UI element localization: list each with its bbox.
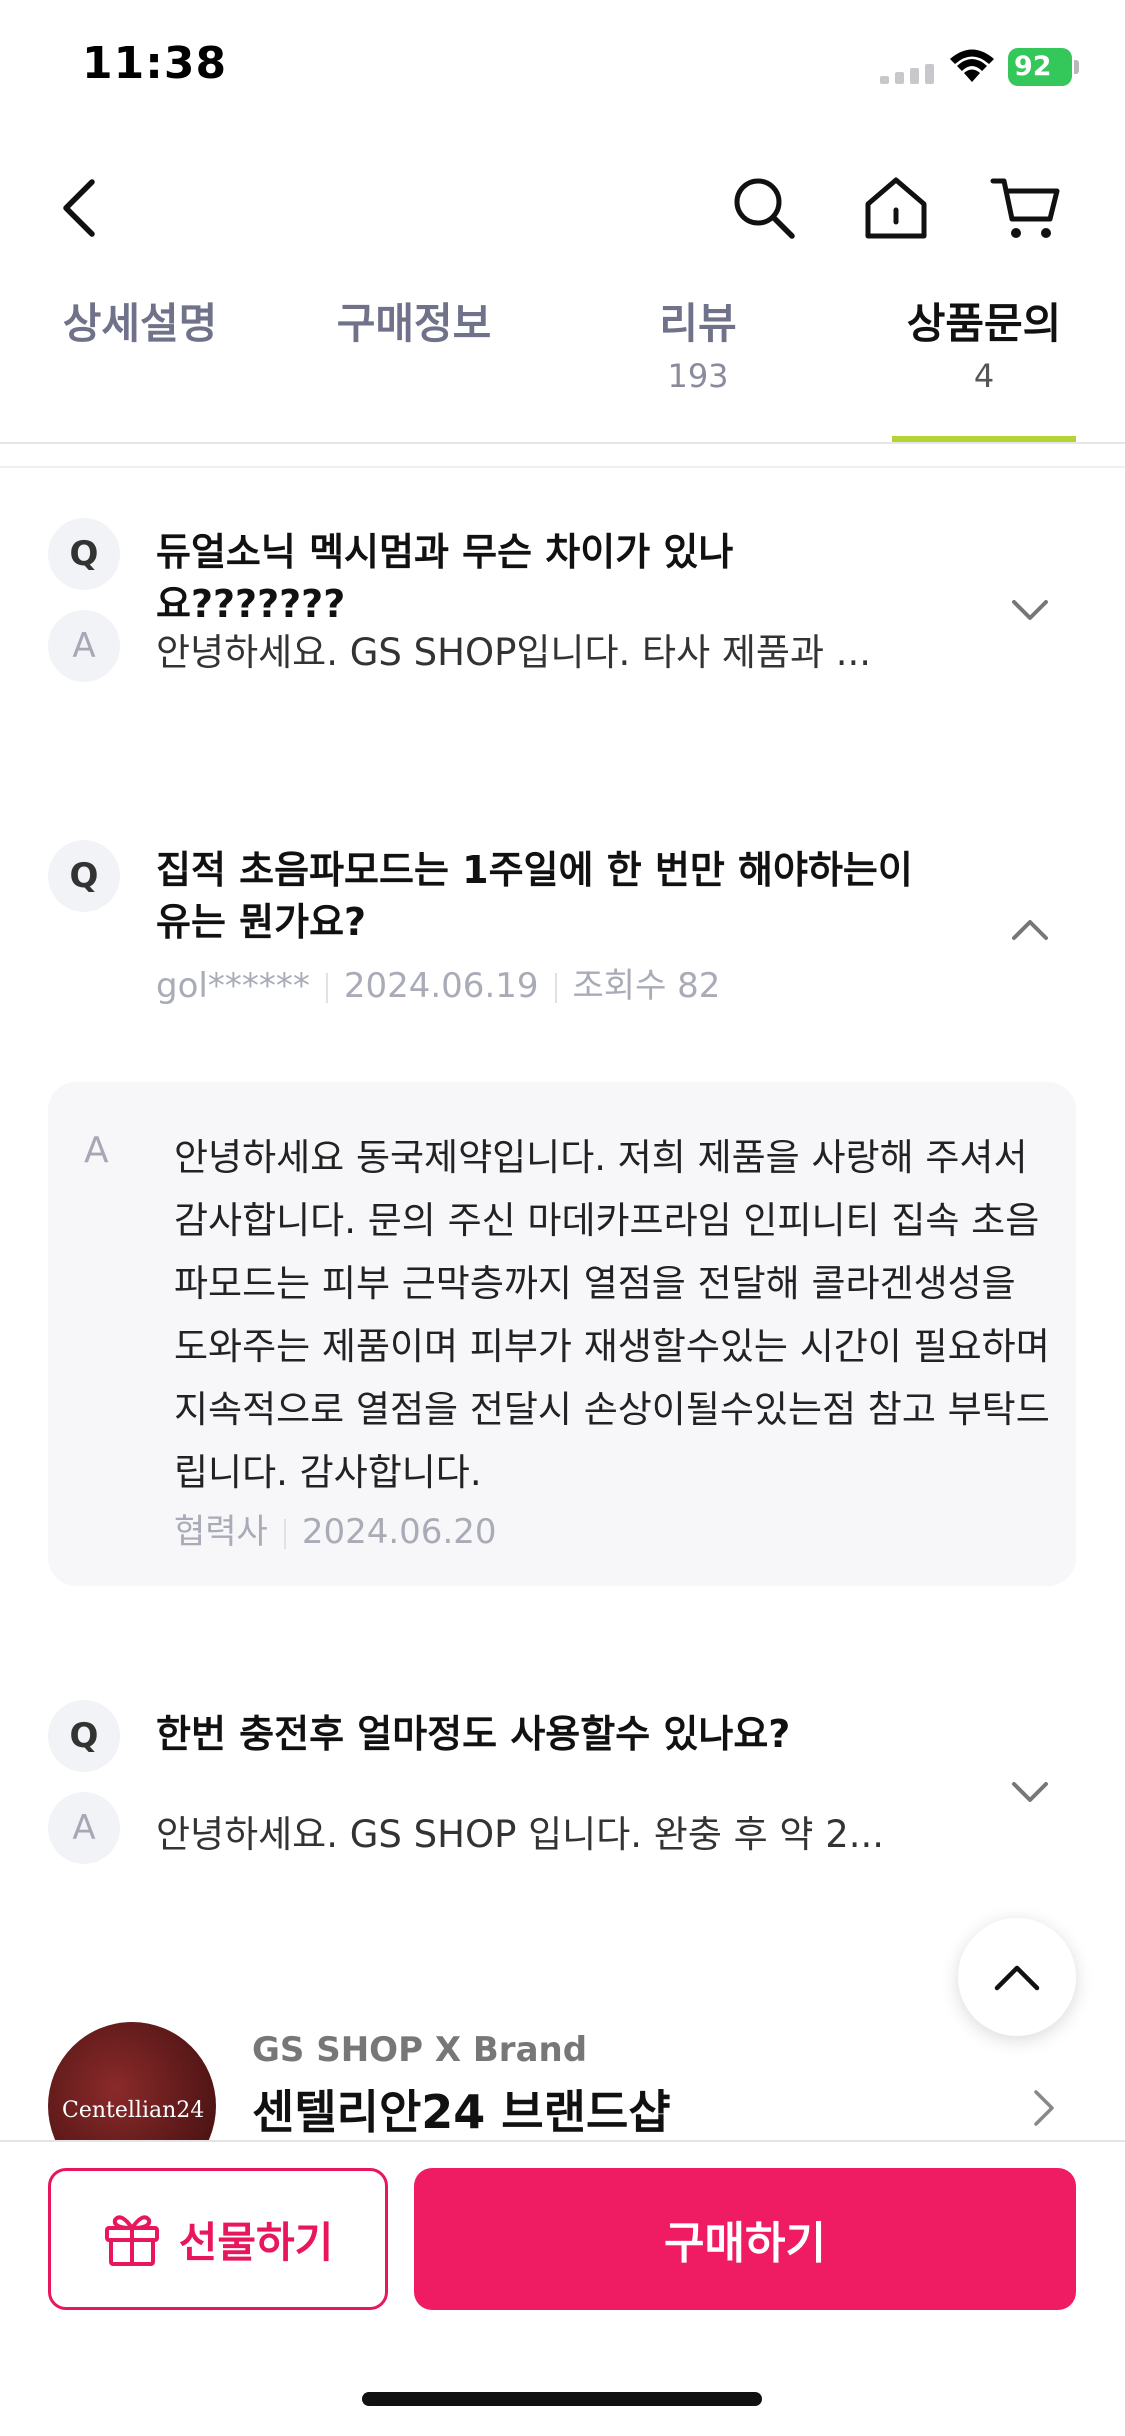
search-button[interactable] bbox=[724, 168, 804, 248]
scroll-to-top-button[interactable] bbox=[958, 1918, 1076, 2036]
gift-button-label: 선물하기 bbox=[178, 2217, 334, 2267]
tab-purchase-info[interactable]: 구매정보 bbox=[322, 290, 506, 444]
tab-description[interactable]: 상세설명 bbox=[48, 290, 232, 444]
top-nav bbox=[0, 150, 1125, 260]
question-text: 한번 충전후 얼마정도 사용할수 있나요? bbox=[156, 1712, 791, 1756]
brand-logo-text: Centellian24 bbox=[62, 2098, 205, 2123]
battery-level: 92 bbox=[1008, 48, 1072, 86]
brand-logo: Centellian24 bbox=[48, 2022, 216, 2140]
chevron-down-icon[interactable] bbox=[1008, 588, 1052, 632]
answer-preview: 안녕하세요. GS SHOP입니다. 타사 제품과 ... bbox=[156, 631, 872, 674]
brand-shop-link[interactable]: Centellian24 GS SHOP X Brand 센텔리안24 브랜드샵 bbox=[0, 2020, 1125, 2140]
back-chevron-icon bbox=[63, 179, 95, 237]
tab-label: 구매정보 bbox=[336, 299, 492, 348]
buy-button[interactable]: 구매하기 bbox=[414, 2168, 1076, 2310]
divider bbox=[0, 466, 1125, 468]
question-meta: gol****** 2024.06.19 조회수 82 bbox=[156, 958, 720, 1007]
qa-item-expanded[interactable]: Q 집적 초음파모드는 1주일에 한 번만 해야하는이유는 뭔가요? gol**… bbox=[0, 840, 1125, 1020]
question-views: 조회수 82 bbox=[572, 966, 721, 1006]
wifi-icon bbox=[950, 49, 994, 82]
cellular-signal-icon bbox=[880, 64, 934, 84]
qa-item[interactable]: Q 듀얼소닉 멕시멈과 무슨 차이가 있나요??????? A 안녕하세요. G… bbox=[0, 518, 1125, 688]
answer-badge: A bbox=[84, 1130, 109, 1171]
product-tabs: 상세설명 구매정보 리뷰 193 상품문의 4 bbox=[0, 290, 1125, 444]
tab-reviews[interactable]: 리뷰 193 bbox=[614, 290, 782, 444]
chevron-right-icon bbox=[1034, 2090, 1054, 2126]
question-text: 듀얼소닉 멕시멈과 무슨 차이가 있나요??????? bbox=[156, 530, 734, 626]
chevron-up-icon bbox=[994, 1965, 1040, 1991]
answer-date: 2024.06.20 bbox=[301, 1512, 497, 1552]
answer-preview: 안녕하세요. GS SHOP 입니다. 완충 후 약 2... bbox=[156, 1813, 885, 1856]
home-indicator[interactable] bbox=[362, 2392, 762, 2406]
answer-panel: A 안녕하세요 동국제약입니다. 저희 제품을 사랑해 주셔서 감사합니다. 문… bbox=[48, 1082, 1076, 1586]
home-button[interactable] bbox=[856, 168, 936, 248]
chevron-down-icon[interactable] bbox=[1008, 1770, 1052, 1814]
buy-button-label: 구매하기 bbox=[664, 2218, 826, 2269]
chevron-up-icon[interactable] bbox=[1008, 908, 1052, 952]
cart-icon bbox=[990, 178, 1060, 238]
cart-button[interactable] bbox=[986, 168, 1066, 248]
back-button[interactable] bbox=[40, 168, 120, 248]
status-bar: 11:38 92 bbox=[0, 0, 1125, 140]
search-icon bbox=[734, 178, 795, 239]
tab-product-inquiry[interactable]: 상품문의 4 bbox=[892, 290, 1076, 444]
tab-label: 상품문의 bbox=[906, 299, 1062, 348]
active-tab-indicator bbox=[892, 436, 1076, 442]
battery-icon: 92 bbox=[1008, 48, 1079, 86]
brand-name: 센텔리안24 브랜드샵 bbox=[252, 2085, 671, 2139]
answer-author: 협력사 bbox=[174, 1512, 268, 1552]
qa-item[interactable]: Q 한번 충전후 얼마정도 사용할수 있나요? A 안녕하세요. GS SHOP… bbox=[0, 1700, 1125, 1870]
tab-label: 리뷰 bbox=[659, 299, 737, 348]
status-time: 11:38 bbox=[82, 38, 228, 89]
tab-count: 4 bbox=[973, 357, 995, 395]
gift-button[interactable]: 선물하기 bbox=[48, 2168, 388, 2310]
question-date: 2024.06.19 bbox=[343, 966, 539, 1006]
brand-subtitle: GS SHOP X Brand bbox=[252, 2030, 588, 2070]
tab-label: 상세설명 bbox=[62, 299, 218, 348]
question-badge: Q bbox=[48, 518, 120, 590]
question-badge: Q bbox=[48, 840, 120, 912]
tab-count: 193 bbox=[667, 357, 729, 395]
gift-icon bbox=[104, 2215, 159, 2266]
answer-text: 안녕하세요 동국제약입니다. 저희 제품을 사랑해 주셔서 감사합니다. 문의 … bbox=[174, 1136, 1050, 1494]
question-badge: Q bbox=[48, 1700, 120, 1772]
home-icon bbox=[865, 177, 927, 239]
question-author: gol****** bbox=[156, 966, 310, 1006]
answer-meta: 협력사 2024.06.20 bbox=[174, 1504, 497, 1553]
answer-badge: A bbox=[48, 1792, 120, 1864]
question-text: 집적 초음파모드는 1주일에 한 번만 해야하는이유는 뭔가요? bbox=[156, 848, 913, 944]
answer-badge: A bbox=[48, 610, 120, 682]
